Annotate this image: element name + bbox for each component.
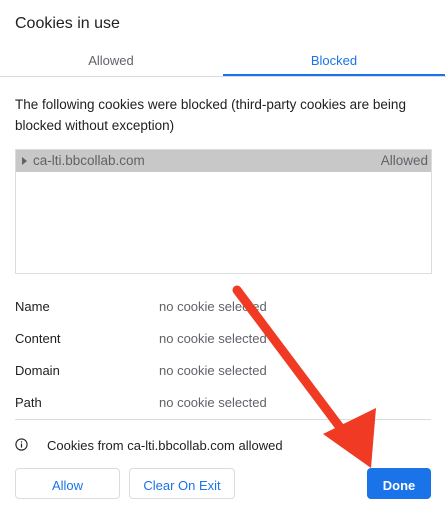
clear-on-exit-button[interactable]: Clear On Exit xyxy=(129,468,235,499)
divider xyxy=(15,419,431,420)
allow-button[interactable]: Allow xyxy=(15,468,120,499)
detail-value-name: no cookie selected xyxy=(159,299,267,314)
cookie-domain: ca-lti.bbcollab.com xyxy=(33,153,145,168)
detail-label-domain: Domain xyxy=(15,363,60,378)
info-icon xyxy=(15,438,28,451)
done-button[interactable]: Done xyxy=(367,468,431,499)
detail-value-content: no cookie selected xyxy=(159,331,267,346)
tab-allowed[interactable]: Allowed xyxy=(0,47,222,75)
cookie-info-text: Cookies from ca-lti.bbcollab.com allowed xyxy=(47,438,283,453)
expand-triangle-icon[interactable] xyxy=(22,157,27,165)
detail-label-name: Name xyxy=(15,299,50,314)
detail-label-content: Content xyxy=(15,331,61,346)
cookie-list-row[interactable]: ca-lti.bbcollab.com Allowed xyxy=(16,150,431,172)
cookie-status: Allowed xyxy=(380,153,428,168)
tab-blocked[interactable]: Blocked xyxy=(223,47,445,76)
detail-value-domain: no cookie selected xyxy=(159,363,267,378)
cookie-list[interactable]: ca-lti.bbcollab.com Allowed xyxy=(15,149,432,274)
detail-label-path: Path xyxy=(15,395,42,410)
blocked-description: The following cookies were blocked (thir… xyxy=(15,97,406,133)
detail-value-path: no cookie selected xyxy=(159,395,267,410)
tab-bar: Allowed Blocked xyxy=(0,47,446,77)
dialog-title: Cookies in use xyxy=(15,15,120,32)
